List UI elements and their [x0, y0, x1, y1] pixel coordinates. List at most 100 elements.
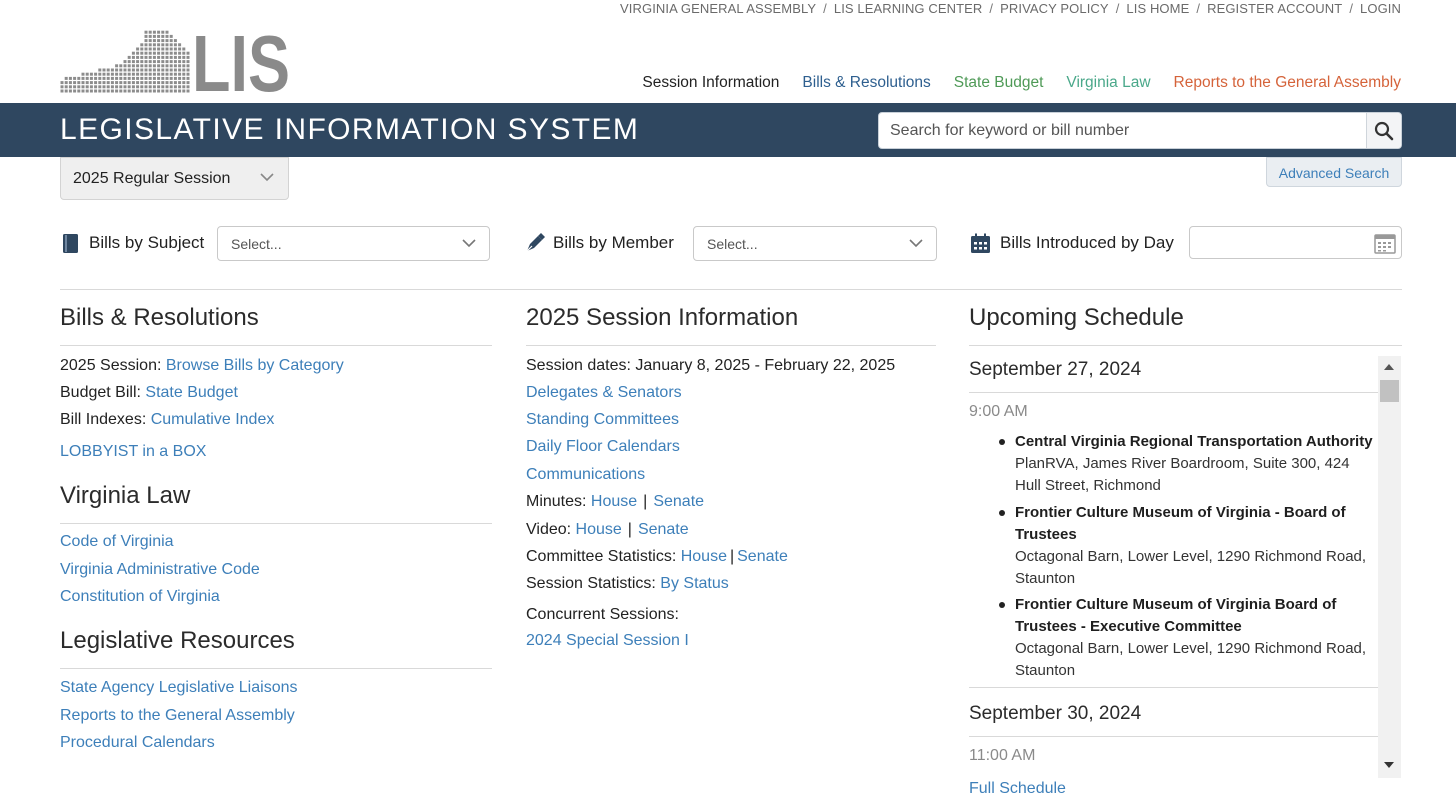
session-statistics-label: Session Statistics:: [526, 575, 656, 592]
session-browse-label: 2025 Session:: [60, 357, 162, 374]
bills-by-day-label: Bills Introduced by Day: [1000, 233, 1174, 252]
list-bullet: [999, 602, 1005, 608]
concurrent-sessions-label: Concurrent Sessions:: [526, 606, 679, 623]
header-banner: LEGISLATIVE INFORMATION SYSTEM: [0, 103, 1456, 157]
schedule-date: September 30, 2024: [969, 703, 1142, 724]
pen-icon: [526, 233, 545, 252]
scroll-down-arrow-icon[interactable]: [1383, 761, 1395, 769]
upcoming-schedule-heading: Upcoming Schedule: [969, 304, 1184, 331]
bills-by-subject-label: Bills by Subject: [89, 233, 205, 252]
lis-logo[interactable]: LIS: [60, 28, 292, 94]
committee-statistics-row: Committee Statistics: House | Senate: [526, 548, 788, 565]
heading-divider: [60, 345, 492, 346]
admin-code-link[interactable]: Virginia Administrative Code: [60, 561, 260, 579]
schedule-event[interactable]: Central Virginia Regional Transportation…: [1015, 431, 1375, 497]
browse-bills-link[interactable]: Browse Bills by Category: [166, 357, 344, 374]
calendar-picker-icon[interactable]: [1374, 232, 1396, 254]
utility-link-register[interactable]: REGISTER ACCOUNT: [1207, 1, 1342, 16]
virginia-map-logo-icon: LIS: [60, 28, 290, 94]
full-schedule-link[interactable]: Full Schedule: [969, 780, 1066, 798]
code-of-virginia-link[interactable]: Code of Virginia: [60, 533, 174, 551]
section-divider: [60, 289, 1402, 290]
session-browse-row: 2025 Session: Browse Bills by Category: [60, 357, 344, 375]
procedural-calendars-link[interactable]: Procedural Calendars: [60, 734, 215, 752]
bills-by-member-select[interactable]: Select...: [693, 226, 937, 261]
nav-state-budget[interactable]: State Budget: [954, 74, 1044, 92]
lobbyist-link[interactable]: LOBBYIST in a BOX: [60, 443, 206, 461]
site-title: LEGISLATIVE INFORMATION SYSTEM: [60, 113, 640, 146]
utility-link-general-assembly[interactable]: VIRGINIA GENERAL ASSEMBLY: [620, 1, 816, 16]
constitution-link[interactable]: Constitution of Virginia: [60, 588, 220, 606]
list-bullet: [999, 439, 1005, 445]
delegates-senators-link[interactable]: Delegates & Senators: [526, 384, 682, 402]
committee-stats-senate-link[interactable]: Senate: [737, 548, 788, 565]
schedule-list[interactable]: September 27, 2024 9:00 AM Central Virgi…: [969, 356, 1402, 778]
budget-bill-label: Budget Bill:: [60, 384, 141, 401]
main-nav: Session Information Bills & Resolutions …: [642, 74, 1401, 92]
minutes-row: Minutes: House | Senate: [526, 493, 705, 510]
nav-reports[interactable]: Reports to the General Assembly: [1174, 74, 1401, 92]
utility-link-lis-home[interactable]: LIS HOME: [1126, 1, 1189, 16]
utility-link-login[interactable]: LOGIN: [1360, 1, 1401, 16]
heading-divider: [969, 345, 1402, 346]
minutes-label: Minutes:: [526, 493, 587, 510]
schedule-date: September 27, 2024: [969, 359, 1142, 380]
date-divider: [969, 736, 1378, 737]
date-divider: [969, 392, 1378, 393]
daily-floor-calendars-link[interactable]: Daily Floor Calendars: [526, 438, 680, 456]
advanced-search-button[interactable]: Advanced Search: [1266, 157, 1402, 187]
search-button[interactable]: [1366, 113, 1401, 148]
standing-committees-link[interactable]: Standing Committees: [526, 411, 679, 429]
video-house-link[interactable]: House: [576, 521, 622, 538]
list-bullet: [999, 510, 1005, 516]
budget-bill-row: Budget Bill: State Budget: [60, 384, 238, 402]
schedule-time: 11:00 AM: [969, 747, 1036, 764]
event-location: PlanRVA, James River Boardroom, Suite 30…: [1015, 455, 1350, 494]
heading-divider: [60, 523, 492, 524]
virginia-law-heading: Virginia Law: [60, 482, 191, 509]
event-name: Frontier Culture Museum of Virginia - Bo…: [1015, 504, 1346, 543]
session-select[interactable]: 2025 Regular Session: [60, 157, 289, 200]
event-name: Central Virginia Regional Transportation…: [1015, 433, 1373, 450]
search-icon: [1374, 121, 1394, 140]
chevron-down-icon: [462, 239, 476, 248]
heading-divider: [60, 668, 492, 669]
utility-nav: VIRGINIA GENERAL ASSEMBLY / LIS LEARNING C…: [620, 1, 1401, 16]
session-select-value: 2025 Regular Session: [73, 170, 231, 187]
bills-resolutions-heading: Bills & Resolutions: [60, 304, 259, 331]
schedule-event[interactable]: Frontier Culture Museum of Virginia Boar…: [1015, 594, 1375, 682]
special-session-link[interactable]: 2024 Special Session I: [526, 632, 689, 650]
nav-virginia-law[interactable]: Virginia Law: [1066, 74, 1150, 92]
session-info-heading: 2025 Session Information: [526, 304, 799, 331]
bills-by-subject-value: Select...: [231, 236, 282, 252]
schedule-scrollbar[interactable]: [1378, 356, 1401, 778]
bills-by-member-label: Bills by Member: [553, 233, 674, 252]
minutes-senate-link[interactable]: Senate: [653, 493, 704, 510]
scroll-up-arrow-icon[interactable]: [1383, 363, 1395, 371]
bills-by-subject-select[interactable]: Select...: [217, 226, 490, 261]
scrollbar-thumb[interactable]: [1380, 380, 1399, 402]
search-box: [878, 112, 1402, 149]
agency-liaisons-link[interactable]: State Agency Legislative Liaisons: [60, 679, 297, 697]
session-statistics-row: Session Statistics: By Status: [526, 575, 729, 593]
schedule-event[interactable]: Frontier Culture Museum of Virginia - Bo…: [1015, 502, 1375, 590]
reports-link[interactable]: Reports to the General Assembly: [60, 707, 295, 725]
cumulative-index-link[interactable]: Cumulative Index: [151, 411, 275, 428]
bills-by-day-date-input[interactable]: [1189, 226, 1402, 259]
state-budget-link[interactable]: State Budget: [145, 384, 238, 401]
video-row: Video: House | Senate: [526, 521, 689, 538]
nav-session-information[interactable]: Session Information: [642, 74, 779, 92]
video-senate-link[interactable]: Senate: [638, 521, 689, 538]
session-dates: Session dates: January 8, 2025 - Februar…: [526, 357, 896, 374]
committee-stats-house-link[interactable]: House: [681, 548, 727, 565]
communications-link[interactable]: Communications: [526, 466, 645, 484]
minutes-house-link[interactable]: House: [591, 493, 637, 510]
legislative-resources-heading: Legislative Resources: [60, 627, 295, 654]
utility-link-privacy-policy[interactable]: PRIVACY POLICY: [1000, 1, 1109, 16]
heading-divider: [526, 345, 936, 346]
search-input[interactable]: [879, 113, 1367, 148]
by-status-link[interactable]: By Status: [660, 575, 728, 592]
utility-link-learning-center[interactable]: LIS LEARNING CENTER: [834, 1, 983, 16]
nav-bills-resolutions[interactable]: Bills & Resolutions: [802, 74, 930, 92]
bill-indexes-label: Bill Indexes:: [60, 411, 147, 428]
